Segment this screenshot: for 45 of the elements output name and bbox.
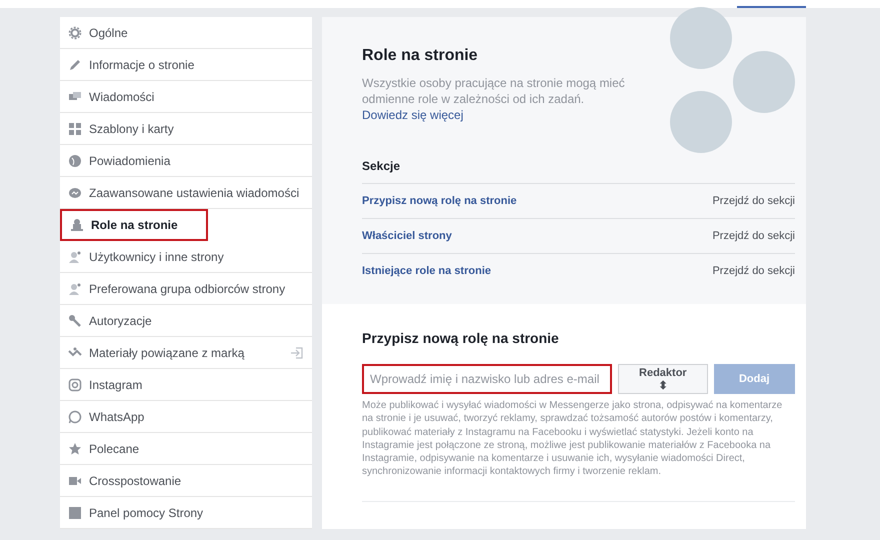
sidebar-item-icon [68, 154, 82, 168]
page-title: Role na stronie [362, 47, 479, 65]
sidebar-item[interactable]: Wiadomości [60, 81, 312, 113]
sidebar-item[interactable]: Użytkownicy i inne strony [60, 241, 312, 273]
sidebar-item-icon [68, 442, 82, 456]
role-dropdown[interactable]: Redaktor ⬍ [618, 364, 708, 394]
sidebar-item-icon [70, 218, 84, 232]
sidebar-item[interactable]: Powiadomienia [60, 145, 312, 177]
sidebar-item[interactable]: Ogólne [60, 17, 312, 49]
sidebar-item[interactable]: Instagram [60, 369, 312, 401]
sidebar-item[interactable]: Role na stronie [60, 209, 208, 241]
sidebar-item-icon [68, 58, 82, 72]
sidebar-item[interactable]: Szablony i karty [60, 113, 312, 145]
sidebar-item-icon [68, 26, 82, 40]
sidebar-item[interactable]: Materiały powiązane z marką [60, 337, 312, 369]
go-to-section-link[interactable]: Przejdź do sekcji [712, 265, 795, 277]
sidebar-item-icon [68, 250, 82, 264]
name-or-email-field[interactable]: Wprowadź imię i nazwisko lub adres e-mail [362, 364, 612, 394]
sidebar-item[interactable]: Autoryzacje [60, 305, 312, 337]
active-tab-indicator [737, 6, 806, 8]
sidebar-item-icon [68, 410, 82, 424]
learn-more-link[interactable]: Dowiedz się więcej [362, 108, 464, 122]
section-link[interactable]: Właściciel strony [362, 230, 452, 242]
section-link[interactable]: Przypisz nową rolę na stronie [362, 195, 517, 207]
go-to-section-link[interactable]: Przejdź do sekcji [712, 195, 795, 207]
sidebar-item[interactable]: Polecane [60, 433, 312, 465]
go-to-section-link[interactable]: Przejdź do sekcji [712, 230, 795, 242]
sidebar-item[interactable]: Preferowana grupa odbiorców strony [60, 273, 312, 305]
sidebar-item[interactable]: WhatsApp [60, 401, 312, 433]
sidebar-item-icon [68, 122, 82, 136]
sidebar-item[interactable]: Zaawansowane ustawienia wiadomości [60, 177, 312, 209]
sidebar-item-icon [68, 282, 82, 296]
role-description-text: Może publikować i wysyłać wiadomości w Messengerze jako strona, odpisywać na komentarze na stronie i je usuwać, tworzyć reklamy, sprawdzać tożsamość autorów postów i komentarzy, publikować materiały z Instagramu na Facebooku i wyświetlać statystyki. Jeżeli konto na Instagramie jest połączone ze stroną, możliwe jest publikowanie materiałów z Facebooka na Instagramie, odpisywanie na komentarze i usuwanie ich, wysyłanie wiadomości Direct, synchronizowanie informacji kontaktowych firmy i tworzenie reklam. [362, 399, 784, 479]
sidebar-item-icon [68, 506, 82, 520]
section-link[interactable]: Istniejące role na stronie [362, 265, 491, 277]
sidebar-item-icon [68, 314, 82, 328]
enter-arrow-icon [290, 346, 304, 360]
sections-heading: Sekcje [362, 159, 402, 173]
section-title: Przypisz nową rolę na stronie [362, 330, 560, 346]
sidebar-item[interactable]: Crosspostowanie [60, 465, 312, 497]
sidebar-item[interactable]: Informacje o stronie [60, 49, 312, 81]
sidebar-item-icon [68, 186, 82, 200]
sidebar-item[interactable]: Panel pomocy Strony [60, 497, 312, 529]
description-text: Wszystkie osoby pracujące na stronie mogą mieć odmienne role w zależności od ich zadań. Dowiedz się więcej [362, 75, 626, 123]
sidebar-item-icon [68, 378, 82, 392]
